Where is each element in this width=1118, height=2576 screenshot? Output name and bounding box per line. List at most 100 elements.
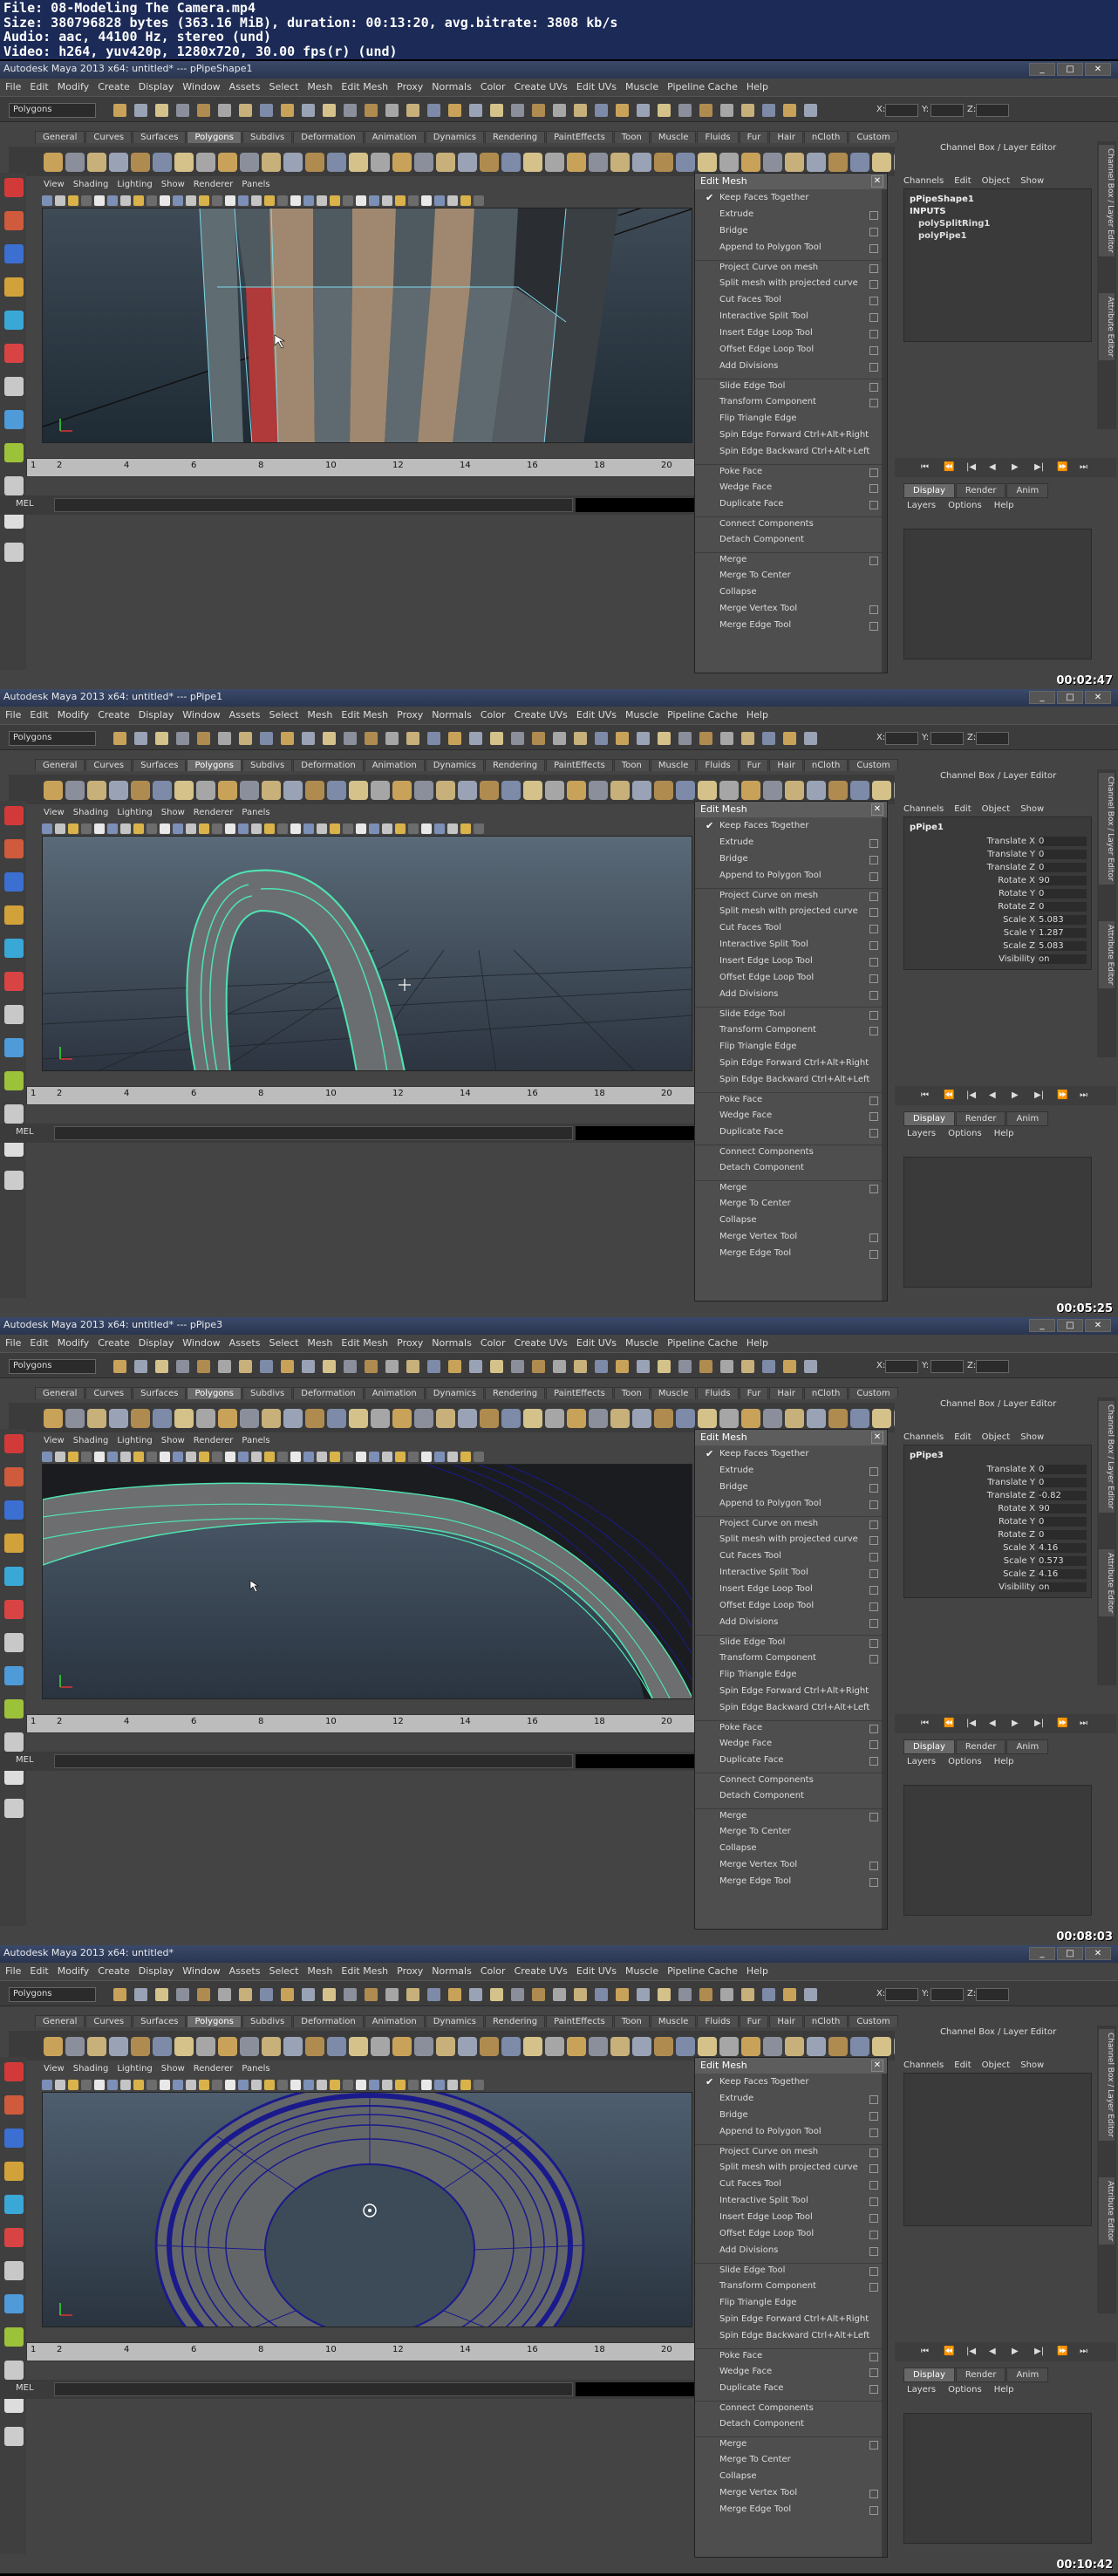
shelf-tab[interactable]: Polygons: [187, 131, 242, 143]
menu-item[interactable]: Merge Vertex Tool: [695, 2486, 887, 2503]
option-box-icon[interactable]: [869, 211, 878, 220]
menu-item[interactable]: ✔ Keep Faces Together: [695, 2075, 887, 2092]
shelf-tool-icon[interactable]: [523, 1409, 542, 1428]
tool-icon[interactable]: [4, 2228, 24, 2247]
shelf-tool-icon[interactable]: [698, 1409, 717, 1428]
shelf-tool-icon[interactable]: [262, 1409, 281, 1428]
status-tool-icon[interactable]: [616, 732, 629, 745]
menu-item[interactable]: Insert Edge Loop Tool: [695, 954, 887, 971]
menu-item[interactable]: Create UVs: [515, 81, 568, 92]
status-tool-icon[interactable]: [699, 732, 712, 745]
status-tool-icon[interactable]: [197, 1988, 210, 2001]
panel-tool-icon[interactable]: [330, 1452, 340, 1462]
channel-menu-item[interactable]: Object: [982, 804, 1011, 814]
status-tool-icon[interactable]: [113, 1360, 126, 1373]
shelf-tool-icon[interactable]: [327, 2037, 346, 2056]
menu-item[interactable]: Proxy: [397, 81, 423, 92]
shelf-tab[interactable]: Toon: [613, 2015, 650, 2027]
menu-item[interactable]: Merge To Center: [695, 569, 887, 585]
attribute-value[interactable]: 0: [1039, 1517, 1087, 1527]
menu-item[interactable]: Create: [98, 709, 130, 721]
menu-item[interactable]: Display: [139, 1965, 174, 1977]
option-box-icon[interactable]: [869, 383, 878, 392]
shelf-tool-icon[interactable]: [87, 1409, 106, 1428]
panel-tool-icon[interactable]: [356, 2080, 366, 2090]
shelf-tool-icon[interactable]: [109, 1409, 128, 1428]
shelf-tool-icon[interactable]: [436, 781, 455, 800]
shelf-tab[interactable]: Deformation: [293, 759, 364, 771]
panel-menu-item[interactable]: View: [44, 2064, 65, 2074]
tool-icon[interactable]: [4, 872, 24, 892]
panel-tool-icon[interactable]: [343, 1452, 353, 1462]
menu-item[interactable]: Mesh: [307, 1965, 332, 1977]
playback-button[interactable]: ⏪: [944, 1718, 954, 1728]
panel-tool-icon[interactable]: [277, 1452, 288, 1462]
layer-menu-item[interactable]: Help: [994, 501, 1014, 510]
menu-item[interactable]: Duplicate Face: [695, 497, 887, 514]
attribute-value[interactable]: 1.287: [1039, 928, 1087, 938]
playback-button[interactable]: ▶: [1012, 462, 1019, 472]
layer-menu-item[interactable]: Options: [948, 501, 982, 510]
shelf-tab[interactable]: Animation: [364, 2015, 425, 2027]
panel-tool-icon[interactable]: [382, 195, 392, 206]
status-tool-icon[interactable]: [532, 1988, 545, 2001]
menu-item[interactable]: Edit Mesh: [341, 1337, 388, 1349]
shelf-tool-icon[interactable]: [371, 2037, 390, 2056]
shelf-tab[interactable]: Toon: [613, 759, 650, 771]
shelf-tab[interactable]: Toon: [613, 131, 650, 143]
option-box-icon[interactable]: [869, 1250, 878, 1259]
channel-menu-item[interactable]: Channels: [903, 804, 944, 814]
shelf-tool-icon[interactable]: [240, 1409, 259, 1428]
playback-button[interactable]: ◀: [989, 462, 996, 472]
panel-tool-icon[interactable]: [290, 823, 301, 834]
status-tool-icon[interactable]: [783, 1360, 796, 1373]
status-tool-icon[interactable]: [134, 1360, 147, 1373]
shelf-tool-icon[interactable]: [65, 153, 85, 172]
time-slider[interactable]: 1 2 4 6 8 10 12 14 16 18 20: [26, 458, 698, 477]
shelf-tool-icon[interactable]: [850, 153, 869, 172]
coord-field[interactable]: [885, 1988, 918, 2001]
shelf-tool-icon[interactable]: [610, 2037, 630, 2056]
status-tool-icon[interactable]: [553, 104, 566, 117]
option-box-icon[interactable]: [869, 1112, 878, 1121]
shelf-tool-icon[interactable]: [131, 781, 150, 800]
menu-item[interactable]: Insert Edge Loop Tool: [695, 1582, 887, 1599]
panel-tool-icon[interactable]: [277, 195, 288, 206]
status-tool-icon[interactable]: [511, 1988, 524, 2001]
panel-tool-icon[interactable]: [317, 2080, 327, 2090]
menu-item[interactable]: Spin Edge Backward Ctrl+Alt+Left: [695, 1701, 887, 1718]
panel-tool-icon[interactable]: [81, 2080, 92, 2090]
panel-menu-item[interactable]: Panels: [242, 1436, 269, 1445]
tool-icon[interactable]: [4, 1467, 24, 1486]
tool-icon[interactable]: [4, 1171, 24, 1190]
tool-icon[interactable]: [4, 2294, 24, 2313]
tool-icon[interactable]: [4, 1071, 24, 1090]
menu-item[interactable]: Assets: [229, 709, 261, 721]
menu-item[interactable]: Display: [139, 1337, 174, 1349]
shelf-tool-icon[interactable]: [283, 153, 303, 172]
menu-item[interactable]: Extrude: [695, 2092, 887, 2108]
shelf-tool-icon[interactable]: [632, 2037, 651, 2056]
option-box-icon[interactable]: [869, 2353, 878, 2361]
status-tool-icon[interactable]: [197, 1360, 210, 1373]
panel-tool-icon[interactable]: [55, 823, 65, 834]
status-tool-icon[interactable]: [469, 1360, 482, 1373]
status-tool-icon[interactable]: [532, 104, 545, 117]
panel-tool-icon[interactable]: [317, 823, 327, 834]
status-tool-icon[interactable]: [658, 104, 671, 117]
option-box-icon[interactable]: [869, 1813, 878, 1821]
panel-tool-icon[interactable]: [186, 1452, 196, 1462]
shelf-tool-icon[interactable]: [44, 2037, 63, 2056]
option-box-icon[interactable]: [869, 2368, 878, 2377]
shelf-tool-icon[interactable]: [44, 153, 63, 172]
shelf-tab[interactable]: Fur: [739, 131, 769, 143]
shelf-tool-icon[interactable]: [153, 153, 172, 172]
shelf-tab[interactable]: Custom: [849, 2015, 898, 2027]
panel-tool-icon[interactable]: [94, 195, 105, 206]
shelf-tab[interactable]: Muscle: [650, 759, 697, 771]
shelf-tab[interactable]: nCloth: [803, 131, 849, 143]
panel-tool-icon[interactable]: [199, 823, 209, 834]
option-box-icon[interactable]: [869, 346, 878, 355]
shelf-tab[interactable]: Muscle: [650, 2015, 697, 2027]
option-box-icon[interactable]: [869, 2181, 878, 2190]
